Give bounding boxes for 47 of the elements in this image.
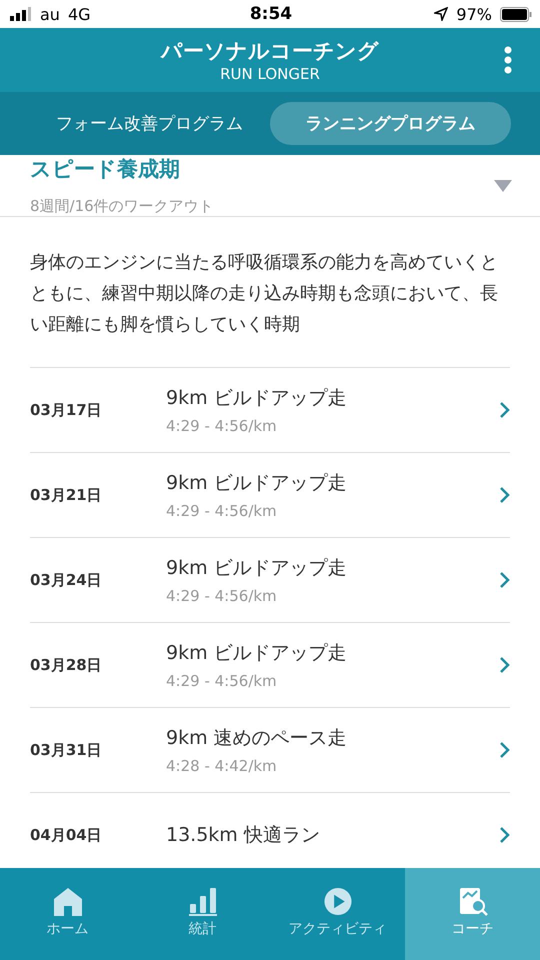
dropdown-caret-icon[interactable] [494,180,512,192]
workout-pace: 4:29 - 4:56/km [166,417,278,435]
chevron-right-icon [499,571,510,589]
workout-pace: 4:29 - 4:56/km [166,672,278,690]
battery-icon [500,6,532,22]
location-arrow-icon [434,7,448,21]
chevron-right-icon [499,826,510,844]
clock-time: 8:54 [250,4,292,24]
home-icon [52,887,82,916]
phase-description: 身体のエンジンに当たる呼吸循環系の能力を高めていくとともに、練習中期以降の走り込み時期も念頭において、長い距離にも脚を慣らしていく時期 [30,217,510,368]
workout-title: 13.5km 快適ラン [166,823,321,848]
battery-percent: 97% [456,4,492,24]
program-tab[interactable]: フォーム改善プログラム [30,102,269,145]
workout-date: 04月04日 [30,826,103,844]
bar-chart-icon [188,887,218,916]
workout-title: 9km ビルドアップ走 [166,471,348,496]
workout-row[interactable]: 03月31日 9km 速めのペース走 4:28 - 4:42/km [30,708,510,793]
workout-title: 9km 速めのペース走 [166,726,348,751]
workout-date: 03月31日 [30,740,103,760]
signal-icon [10,7,32,21]
app-subtitle: RUN LONGER [220,65,320,83]
chevron-right-icon [499,401,510,419]
workout-title: 9km ビルドアップ走 [166,386,348,411]
phase-summary: 8週間/16件のワークアウト [30,197,214,216]
network-type: 4G [68,4,91,24]
workout-date: 03月24日 [30,570,103,590]
chevron-right-icon [499,486,510,504]
workout-pace: 4:29 - 4:56/km [166,502,278,520]
workout-row[interactable]: 03月17日 9km ビルドアップ走 4:29 - 4:56/km [30,368,510,453]
chevron-right-icon [499,741,510,759]
workout-date: 03月21日 [30,486,103,504]
chevron-right-icon [499,656,510,674]
app-title: パーソナルコーチング [161,38,379,65]
workout-row[interactable]: 03月21日 9km ビルドアップ走 4:29 - 4:56/km [30,453,510,538]
workout-date: 03月28日 [30,656,103,674]
workout-title: 9km ビルドアップ走 [166,641,348,666]
phase-title: スピード養成期 [30,156,181,183]
play-icon [322,887,352,916]
workout-pace: 4:29 - 4:56/km [166,587,278,605]
workout-row[interactable]: 03月28日 9km ビルドアップ走 4:29 - 4:56/km [30,623,510,708]
more-menu-icon[interactable] [504,46,512,74]
workout-row[interactable]: 03月24日 9km ビルドアップ走 4:29 - 4:56/km [30,538,510,623]
workout-title: 9km ビルドアップ走 [166,556,348,581]
workout-pace: 4:28 - 4:42/km [166,757,278,775]
report-search-icon [458,887,488,916]
carrier-name: au [40,4,60,24]
workout-date: 03月17日 [30,400,103,420]
